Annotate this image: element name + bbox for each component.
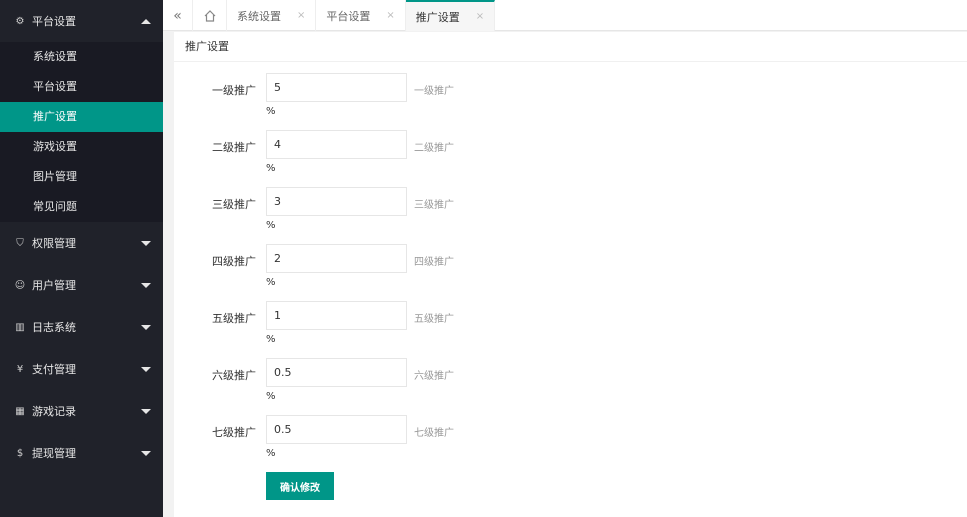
- field-label: 三级推广: [212, 198, 256, 211]
- chevron-down-icon: [141, 366, 151, 372]
- nav-head-game-records[interactable]: ▦ 游戏记录: [0, 390, 163, 432]
- field-tip: 三级推广: [414, 200, 454, 211]
- field-tip: 二级推广: [414, 143, 454, 154]
- nav-head-payment[interactable]: ¥ 支付管理: [0, 348, 163, 390]
- level-4-input[interactable]: [266, 244, 407, 273]
- nav-head-permissions[interactable]: ⛉ 权限管理: [0, 222, 163, 264]
- nav-group-users: ☺ 用户管理: [0, 264, 163, 306]
- field-label: 二级推广: [212, 141, 256, 154]
- chevron-up-icon: [141, 18, 151, 24]
- level-1-input[interactable]: [266, 73, 407, 102]
- nav-group-withdrawal: $ 提现管理: [0, 432, 163, 474]
- field-label: 五级推广: [212, 312, 256, 325]
- nav-group-payment: ¥ 支付管理: [0, 348, 163, 390]
- field-label: 七级推广: [212, 426, 256, 439]
- tab-label: 系统设置: [237, 9, 281, 23]
- collapse-sidebar-button[interactable]: «: [163, 0, 193, 31]
- percent-unit: %: [266, 448, 276, 459]
- field-tip: 五级推广: [414, 314, 454, 325]
- percent-unit: %: [266, 391, 276, 402]
- page-title: 推广设置: [174, 32, 967, 62]
- nav-label-payment: 支付管理: [32, 363, 76, 376]
- nav-group-logs: ▥ 日志系统: [0, 306, 163, 348]
- close-icon[interactable]: ×: [386, 10, 394, 21]
- percent-unit: %: [266, 220, 276, 231]
- nav-label-permissions: 权限管理: [32, 237, 76, 250]
- field-tip: 一级推广: [414, 86, 454, 97]
- sidebar-item-system-settings[interactable]: 系统设置: [0, 42, 163, 72]
- nav-label-withdrawal: 提现管理: [32, 447, 76, 460]
- grid-icon: ▦: [15, 405, 25, 417]
- field-tip: 六级推广: [414, 371, 454, 382]
- nav-head-platform[interactable]: ⚙ 平台设置: [0, 0, 163, 42]
- field-label: 六级推广: [212, 369, 256, 382]
- nav-label-platform: 平台设置: [32, 15, 76, 28]
- yen-icon: ¥: [16, 363, 24, 375]
- content-card: 推广设置 一级推广 一级推广 % 二级推广 二级推广 % 三级推广 三级推广 %…: [174, 32, 967, 517]
- level-5-input[interactable]: [266, 301, 407, 330]
- nav-head-logs[interactable]: ▥ 日志系统: [0, 306, 163, 348]
- top-tab-bar: « 系统设置 × 平台设置 × 推广设置 ×: [163, 0, 967, 31]
- level-7-input[interactable]: [266, 415, 407, 444]
- percent-unit: %: [266, 277, 276, 288]
- user-icon: ☺: [14, 279, 26, 291]
- level-2-input[interactable]: [266, 130, 407, 159]
- nav-group-permissions: ⛉ 权限管理: [0, 222, 163, 264]
- submenu-platform: 系统设置 平台设置 推广设置 游戏设置 图片管理 常见问题: [0, 42, 163, 222]
- home-button[interactable]: [193, 0, 227, 31]
- field-label: 四级推广: [212, 255, 256, 268]
- confirm-modify-button[interactable]: 确认修改: [266, 472, 334, 500]
- tab-label: 平台设置: [326, 9, 371, 23]
- sidebar-item-promotion-settings[interactable]: 推广设置: [0, 102, 163, 132]
- sidebar-item-platform-settings[interactable]: 平台设置: [0, 72, 163, 102]
- level-6-input[interactable]: [266, 358, 407, 387]
- tab-platform-settings[interactable]: 平台设置 ×: [316, 0, 406, 31]
- shield-icon: ⛉: [16, 237, 24, 249]
- book-icon: ▥: [15, 321, 25, 333]
- nav-group-platform: ⚙ 平台设置 系统设置 平台设置 推广设置 游戏设置 图片管理 常见问题: [0, 0, 163, 222]
- sidebar-item-faq[interactable]: 常见问题: [0, 192, 163, 222]
- home-icon: [204, 9, 215, 22]
- double-chevron-left-icon: «: [173, 7, 182, 24]
- field-tip: 七级推广: [414, 428, 454, 439]
- nav-group-game-records: ▦ 游戏记录: [0, 390, 163, 432]
- sidebar-item-image-management[interactable]: 图片管理: [0, 162, 163, 192]
- sidebar: ⚙ 平台设置 系统设置 平台设置 推广设置 游戏设置 图片管理 常见问题 ⛉ 权…: [0, 0, 163, 517]
- nav-label-users: 用户管理: [32, 279, 76, 292]
- field-label: 一级推广: [212, 84, 256, 97]
- close-icon[interactable]: ×: [476, 11, 484, 22]
- chevron-down-icon: [141, 450, 151, 456]
- nav-label-game-records: 游戏记录: [32, 405, 76, 418]
- nav-head-withdrawal[interactable]: $ 提现管理: [0, 432, 163, 474]
- sidebar-item-game-settings[interactable]: 游戏设置: [0, 132, 163, 162]
- percent-unit: %: [266, 163, 276, 174]
- nav-head-users[interactable]: ☺ 用户管理: [0, 264, 163, 306]
- gear-icon: ⚙: [15, 15, 25, 27]
- dollar-icon: $: [16, 447, 24, 459]
- tab-system-settings[interactable]: 系统设置 ×: [227, 0, 317, 31]
- field-tip: 四级推广: [414, 257, 454, 268]
- close-icon[interactable]: ×: [297, 10, 305, 21]
- chevron-down-icon: [141, 324, 151, 330]
- percent-unit: %: [266, 334, 276, 345]
- level-3-input[interactable]: [266, 187, 407, 216]
- chevron-down-icon: [141, 408, 151, 414]
- percent-unit: %: [266, 106, 276, 117]
- chevron-down-icon: [141, 240, 151, 246]
- tab-promotion-settings[interactable]: 推广设置 ×: [405, 0, 496, 31]
- nav-label-logs: 日志系统: [32, 321, 76, 334]
- chevron-down-icon: [141, 282, 151, 288]
- tab-label: 推广设置: [415, 10, 460, 24]
